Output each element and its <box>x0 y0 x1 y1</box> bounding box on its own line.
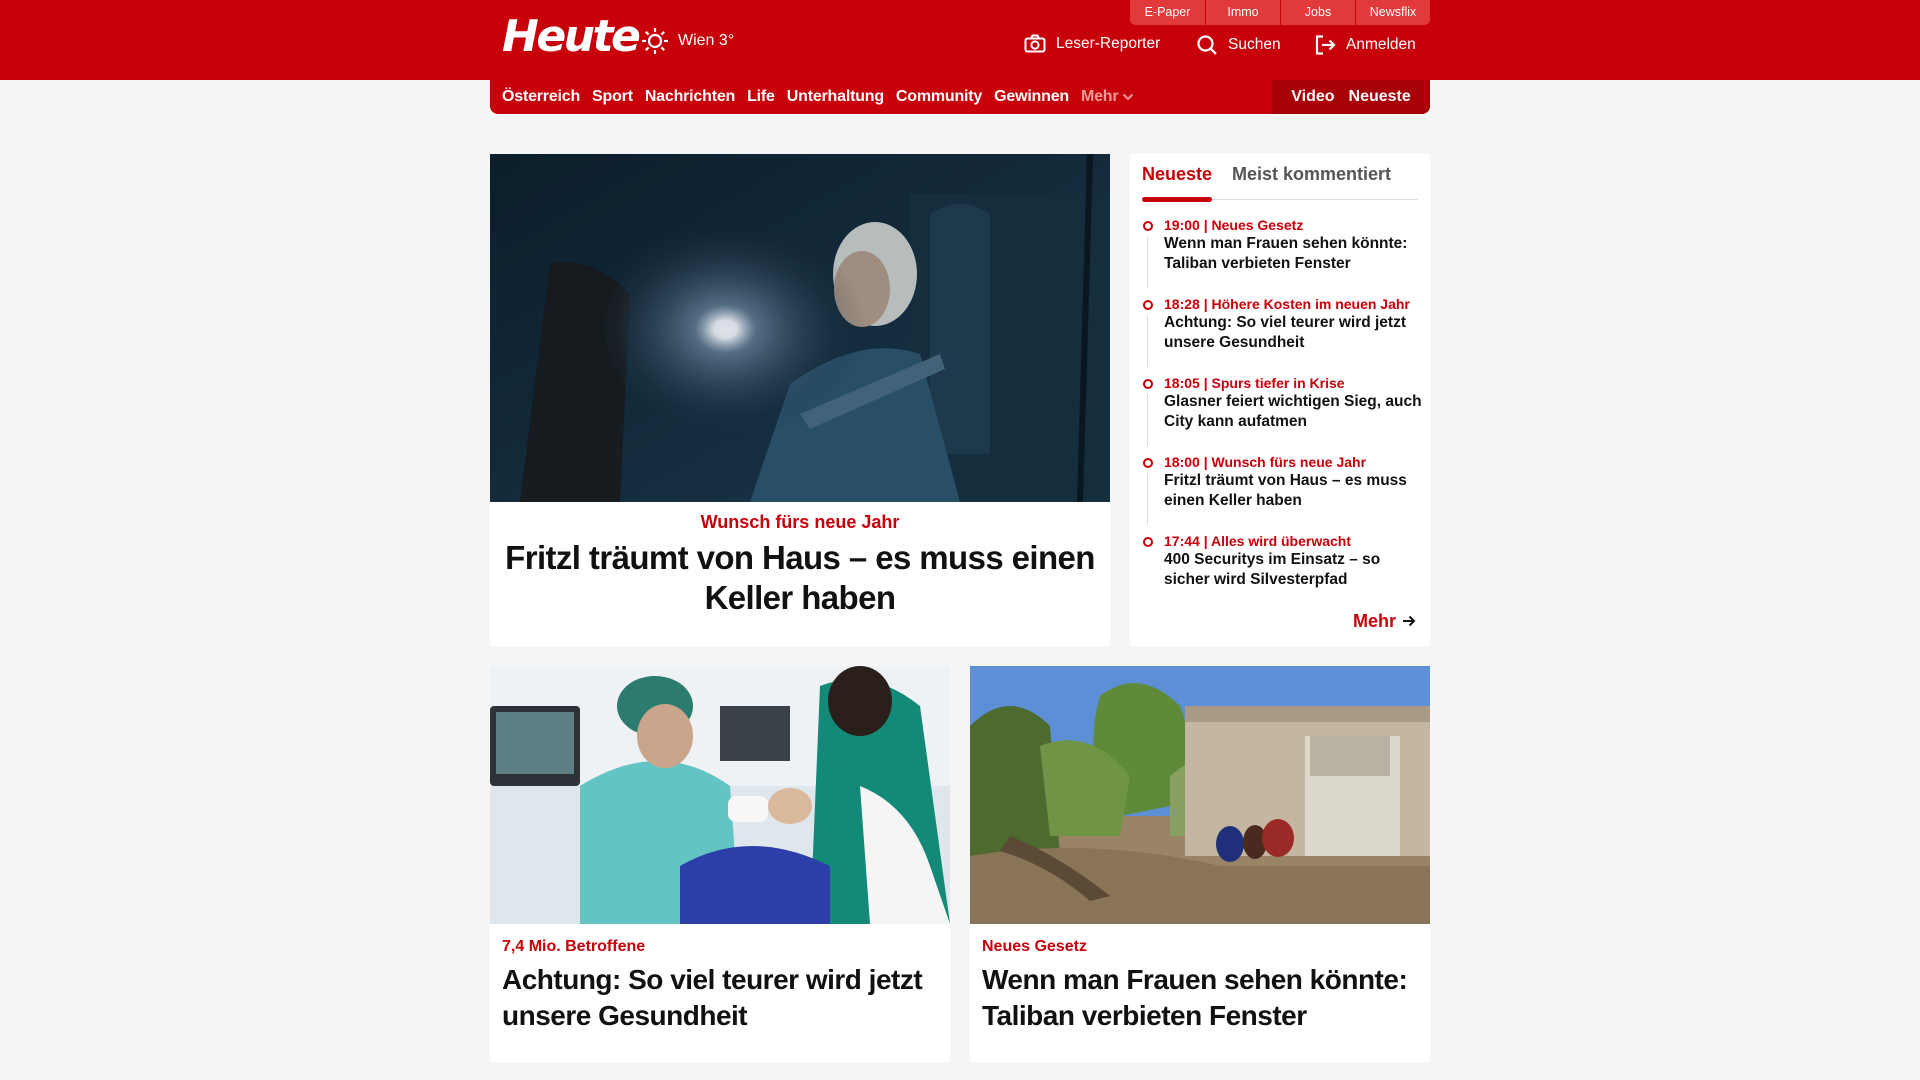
timeline-item[interactable]: 18:28 | Höhere Kosten im neuen Jahr Acht… <box>1142 295 1422 374</box>
nav-neueste[interactable]: Neueste <box>1349 88 1411 106</box>
timeline-line <box>1147 236 1148 288</box>
timeline-dot <box>1143 379 1153 389</box>
hero-image <box>490 154 1110 502</box>
arrow-right-icon <box>1402 611 1416 632</box>
timeline-line <box>1147 315 1148 367</box>
article-kicker: 7,4 Mio. Betroffene <box>502 938 646 955</box>
site-header <box>0 0 1920 80</box>
hero-kicker: Wunsch fürs neue Jahr <box>700 512 900 532</box>
sidebar-tabs: Neueste Meist kommentiert <box>1142 164 1418 202</box>
timeline-title[interactable]: Achtung: So viel teurer wird jetzt unser… <box>1164 313 1422 353</box>
article-image <box>490 666 950 924</box>
timeline-dot <box>1143 221 1153 231</box>
timeline-meta: 17:44 | Alles wird überwacht <box>1164 533 1352 549</box>
nav-more-button[interactable]: Mehr <box>1081 88 1134 106</box>
weather-text: Wien 3° <box>678 32 735 49</box>
top-link-newsflix[interactable]: Newsflix <box>1355 0 1430 25</box>
timeline-meta: 18:28 | Höhere Kosten im neuen Jahr <box>1164 296 1410 312</box>
timeline-meta: 18:00 | Wunsch fürs neue Jahr <box>1164 454 1367 470</box>
login-icon <box>1314 34 1336 56</box>
sun-icon <box>640 26 670 56</box>
hero-article[interactable]: Wunsch fürs neue Jahr Fritzl träumt von … <box>490 154 1110 646</box>
timeline-dot <box>1143 300 1153 310</box>
timeline-line <box>1147 473 1148 525</box>
article-title[interactable]: Achtung: So viel teurer wird jetzt unser… <box>502 962 938 1034</box>
leser-reporter-button[interactable]: Leser-Reporter <box>1024 34 1160 54</box>
timeline-meta: 19:00 | Neues Gesetz <box>1164 217 1304 233</box>
article-image <box>970 666 1430 924</box>
nav-item-community[interactable]: Community <box>896 88 982 106</box>
tab-neueste[interactable]: Neueste <box>1142 164 1213 202</box>
article-title[interactable]: Wenn man Frauen sehen könnte: Taliban ve… <box>982 962 1418 1034</box>
timeline-dot <box>1143 537 1153 547</box>
sidebar-more-link[interactable]: Mehr <box>1353 611 1416 632</box>
timeline-title[interactable]: Wenn man Frauen sehen könnte: Taliban ve… <box>1164 234 1422 274</box>
nav-item-gewinnen[interactable]: Gewinnen <box>994 88 1069 106</box>
leser-reporter-label: Leser-Reporter <box>1056 35 1161 52</box>
nav-item-life[interactable]: Life <box>747 88 775 106</box>
top-links: E-Paper Immo Jobs Newsflix <box>1130 0 1430 25</box>
timeline-item[interactable]: 18:00 | Wunsch fürs neue Jahr Fritzl trä… <box>1142 453 1422 532</box>
latest-sidebar: Neueste Meist kommentiert 19:00 | Neues … <box>1130 154 1430 646</box>
search-button[interactable]: Suchen <box>1196 34 1281 56</box>
login-button[interactable]: Anmelden <box>1314 34 1416 56</box>
nav-item-sport[interactable]: Sport <box>592 88 633 106</box>
top-link-immo[interactable]: Immo <box>1205 0 1280 25</box>
weather-widget[interactable]: Wien 3° <box>640 26 734 56</box>
top-link-epaper[interactable]: E-Paper <box>1130 0 1205 25</box>
nav-item-unterhaltung[interactable]: Unterhaltung <box>787 88 884 106</box>
search-label: Suchen <box>1228 36 1281 53</box>
timeline-item[interactable]: 17:44 | Alles wird überwacht 400 Securit… <box>1142 532 1422 611</box>
timeline-item[interactable]: 18:05 | Spurs tiefer in Krise Glasner fe… <box>1142 374 1422 453</box>
nav-more-label: Mehr <box>1080 88 1119 105</box>
top-link-jobs[interactable]: Jobs <box>1280 0 1355 25</box>
heute-logo[interactable]: Heute <box>502 12 641 62</box>
article-card[interactable]: 7,4 Mio. Betroffene Achtung: So viel teu… <box>490 666 950 1062</box>
article-card[interactable]: Neues Gesetz Wenn man Frauen sehen könnt… <box>970 666 1430 1062</box>
latest-timeline: 19:00 | Neues Gesetz Wenn man Frauen seh… <box>1142 216 1422 611</box>
tab-meist-kommentiert[interactable]: Meist kommentiert <box>1232 164 1391 185</box>
main-nav: Österreich Sport Nachrichten Life Unterh… <box>490 80 1430 114</box>
nav-item-oesterreich[interactable]: Österreich <box>502 88 580 106</box>
sidebar-more-label: Mehr <box>1352 611 1396 631</box>
article-kicker: Neues Gesetz <box>982 938 1087 955</box>
chevron-down-icon <box>1122 88 1134 106</box>
nav-video[interactable]: Video <box>1291 88 1334 106</box>
timeline-title[interactable]: Glasner feiert wichtigen Sieg, auch City… <box>1164 392 1422 432</box>
search-icon <box>1196 34 1218 56</box>
timeline-title[interactable]: 400 Securitys im Einsatz – so sicher wir… <box>1164 550 1422 590</box>
nav-item-nachrichten[interactable]: Nachrichten <box>645 88 735 106</box>
timeline-title[interactable]: Fritzl träumt von Haus – es muss einen K… <box>1164 471 1422 511</box>
timeline-dot <box>1143 458 1153 468</box>
timeline-line <box>1147 394 1148 446</box>
hero-title[interactable]: Fritzl träumt von Haus – es muss einen K… <box>500 538 1100 618</box>
timeline-item[interactable]: 19:00 | Neues Gesetz Wenn man Frauen seh… <box>1142 216 1422 295</box>
login-label: Anmelden <box>1346 36 1416 53</box>
camera-icon <box>1024 34 1046 54</box>
timeline-meta: 18:05 | Spurs tiefer in Krise <box>1164 375 1345 391</box>
